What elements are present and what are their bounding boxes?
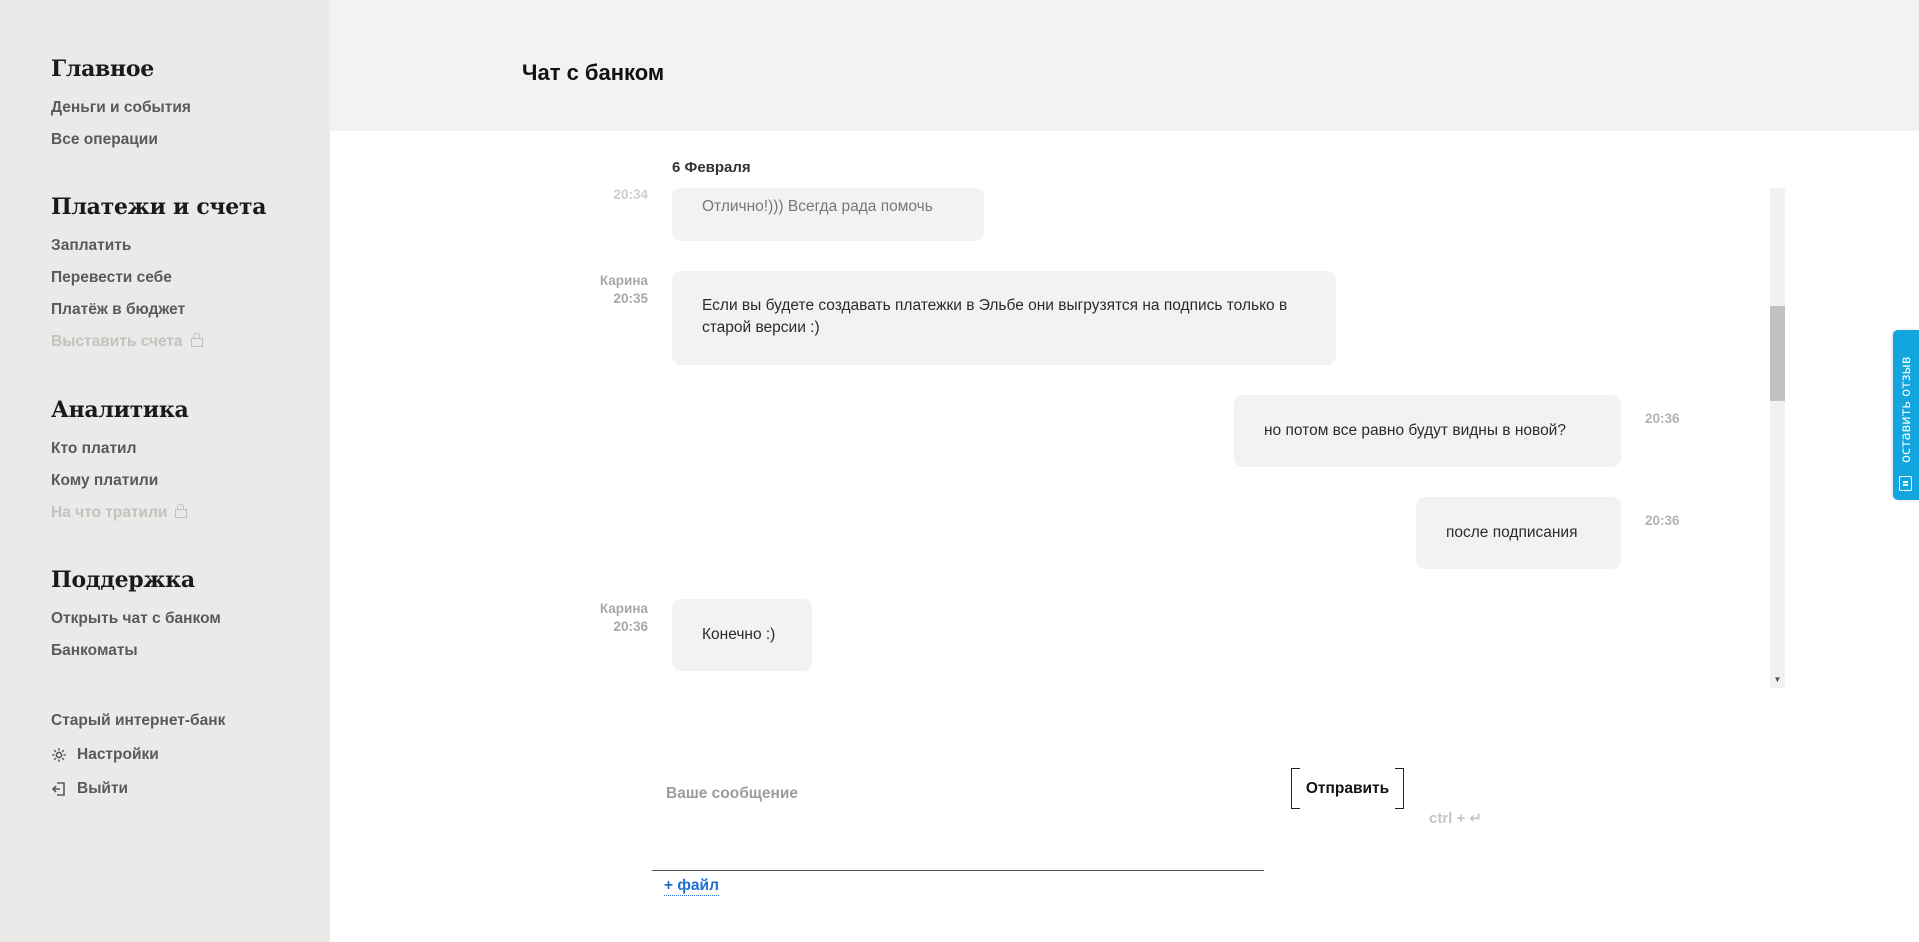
sidebar-heading: Главное [51, 56, 154, 82]
message-bubble-incoming: Если вы будете создавать платежки в Эльб… [672, 271, 1336, 365]
sidebar-section-support: Поддержка Открыть чат с банком Банкоматы [51, 567, 221, 667]
message-bubble-incoming: Отлично!))) Всегда рада помочь [672, 188, 984, 241]
sidebar-section-analytics: Аналитика Кто платил Кому платили На что… [51, 397, 189, 529]
feedback-icon [1899, 476, 1912, 491]
sidebar-item-label: Заплатить [51, 237, 132, 254]
message-text: после подписания [1446, 524, 1578, 541]
sidebar-item-label: Старый интернет-банк [51, 712, 226, 729]
sidebar-item-money-events[interactable]: Деньги и события [51, 92, 191, 124]
sidebar-item-who-paid[interactable]: Кто платил [51, 433, 189, 465]
message-bubble-outgoing: после подписания [1416, 497, 1621, 569]
feedback-tab-label: оставить отзыв [1899, 356, 1914, 463]
sidebar-footer: Старый интернет-банк Настройки Выйти [51, 705, 225, 805]
message-input[interactable] [652, 766, 1264, 871]
sidebar-heading: Платежи и счета [51, 194, 267, 220]
message-time: 20:35 [613, 291, 648, 306]
attach-file-link[interactable]: + файл [664, 877, 719, 896]
sidebar-item-open-chat[interactable]: Открыть чат с банком [51, 603, 221, 635]
message-meta: 20:34 [596, 186, 648, 204]
sidebar-item-label: На что тратили [51, 504, 168, 521]
sidebar-item-label: Платёж в бюджет [51, 301, 186, 318]
sidebar-item-transfer-self[interactable]: Перевести себе [51, 262, 266, 294]
message-time: 20:34 [613, 187, 648, 202]
chat-scrollbar-thumb[interactable] [1770, 306, 1785, 401]
send-button-label: Отправить [1305, 779, 1390, 797]
sidebar-item-label: Настройки [77, 746, 159, 763]
page-title: Чат с банком [522, 60, 665, 85]
message-author: Карина [599, 601, 648, 616]
lock-icon [175, 504, 188, 518]
sidebar-item-label: Кому платили [51, 472, 159, 489]
scroll-down-arrow-icon[interactable]: ▼ [1770, 672, 1785, 686]
sidebar-item-label: Перевести себе [51, 269, 172, 286]
lock-icon [190, 333, 203, 347]
sidebar-item-label: Открыть чат с банком [51, 610, 221, 627]
message-time: 20:36 [1645, 411, 1680, 426]
sidebar-item-label: Кто платил [51, 440, 137, 457]
message-meta: Карина 20:35 [580, 272, 648, 308]
message-time: 20:36 [1645, 513, 1680, 528]
send-hotkey-hint: ctrl + ↵ [1429, 810, 1483, 827]
message-text: Отлично!))) Всегда рада помочь [702, 198, 933, 215]
sidebar-item-label: Выставить счета [51, 333, 183, 350]
sidebar-item-label: Деньги и события [51, 99, 191, 116]
message-text: но потом все равно будут видны в новой? [1264, 422, 1566, 439]
sidebar-item-label: Все операции [51, 131, 158, 148]
message-meta: Карина 20:36 [580, 600, 648, 636]
gear-icon [51, 747, 67, 763]
send-button[interactable]: Отправить [1291, 767, 1404, 810]
sidebar-item-pay[interactable]: Заплатить [51, 230, 266, 262]
sidebar-section-main: Главное Деньги и события Все операции [51, 56, 191, 156]
message-bubble-outgoing: но потом все равно будут видны в новой? [1234, 395, 1621, 467]
chat-scrollbar[interactable] [1770, 188, 1785, 688]
sidebar-heading: Поддержка [51, 567, 195, 593]
sidebar-item-spending: На что тратили [51, 497, 189, 529]
message-text: Если вы будете создавать платежки в Эльб… [702, 297, 1288, 336]
message-time: 20:36 [613, 619, 648, 634]
logout-icon [51, 781, 67, 797]
message-bubble-incoming: Конечно :) [672, 599, 812, 671]
sidebar-item-logout[interactable]: Выйти [51, 773, 225, 805]
sidebar-item-settings[interactable]: Настройки [51, 739, 225, 771]
sidebar-item-old-bank[interactable]: Старый интернет-банк [51, 705, 225, 737]
sidebar-item-whom-paid[interactable]: Кому платили [51, 465, 189, 497]
sidebar-item-budget-payment[interactable]: Платёж в бюджет [51, 294, 266, 326]
sidebar-item-label: Выйти [77, 780, 129, 797]
message-text: Конечно :) [702, 626, 776, 643]
sidebar-item-all-operations[interactable]: Все операции [51, 124, 191, 156]
sidebar-heading: Аналитика [51, 397, 189, 423]
sidebar: Главное Деньги и события Все операции Пл… [0, 0, 330, 942]
message-author: Карина [599, 273, 648, 288]
sidebar-section-payments: Платежи и счета Заплатить Перевести себе… [51, 194, 267, 358]
sidebar-item-atms[interactable]: Банкоматы [51, 635, 221, 667]
sidebar-item-label: Банкоматы [51, 642, 138, 659]
sidebar-item-issue-invoices: Выставить счета [51, 326, 266, 358]
chat-date-divider: 6 Февраля [672, 159, 751, 176]
